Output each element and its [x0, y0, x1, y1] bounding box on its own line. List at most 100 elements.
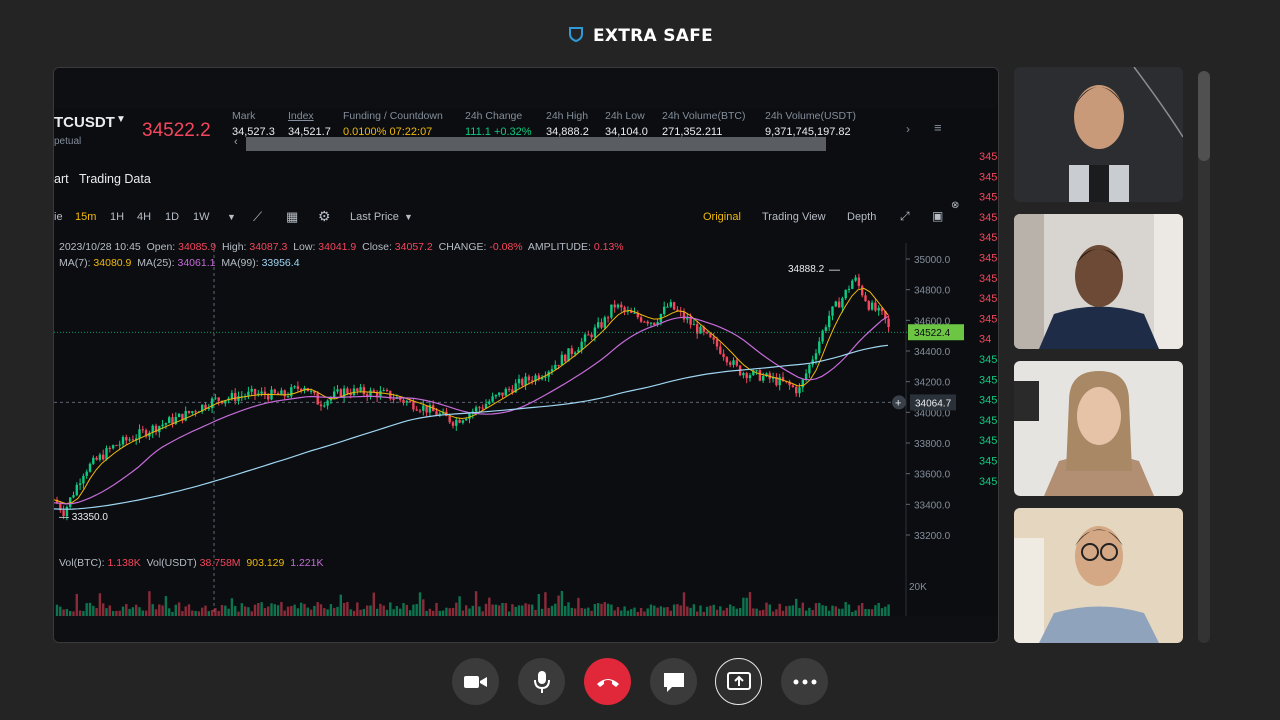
volume-bar [319, 604, 323, 616]
volume-bar [362, 608, 366, 616]
volume-bar [742, 597, 745, 616]
volume-bar [748, 592, 752, 616]
more-button[interactable] [781, 658, 828, 705]
candle-body [715, 339, 719, 347]
candle-body [474, 407, 478, 412]
volume-bar [313, 605, 316, 616]
candle-body [422, 405, 425, 411]
volume-bar [303, 603, 306, 616]
candle-body [692, 324, 696, 326]
candle-body [613, 304, 616, 308]
candle-body [131, 439, 135, 441]
candle-body [851, 280, 854, 289]
volume-bar [494, 604, 498, 616]
candle-body [864, 295, 867, 302]
candle-body [415, 409, 418, 411]
candle-body [488, 401, 491, 404]
participant-scrollbar[interactable] [1198, 71, 1210, 643]
candle-body [639, 317, 643, 322]
share-screen-button[interactable] [715, 658, 762, 705]
candle-body [573, 352, 577, 355]
volume-bar [587, 607, 590, 616]
orderbook-price: 345 [979, 476, 997, 488]
price-axis-label: 35000.0 [914, 255, 951, 266]
volume-bar [752, 608, 755, 616]
candle-body [451, 422, 455, 426]
volume-bar [164, 596, 168, 616]
volume-bar [405, 604, 408, 616]
candle-body [620, 304, 623, 308]
candle-body [844, 289, 847, 299]
participant-tile-2[interactable] [1014, 214, 1183, 349]
candle-body [570, 348, 573, 355]
microphone-button[interactable] [518, 658, 565, 705]
orderbook-price: 345 [979, 435, 997, 447]
candle-body [686, 318, 689, 320]
candle-body [290, 387, 293, 397]
candle-body [234, 392, 237, 401]
candle-body [194, 411, 197, 413]
volume-bar [659, 606, 663, 616]
volume-axis-label: 20K [909, 582, 927, 593]
candle-body [854, 277, 857, 281]
volume-bar [808, 607, 811, 616]
candle-body [583, 334, 587, 342]
candlestick-chart[interactable]: 35000.034800.034600.034400.034200.034000… [54, 68, 999, 643]
candle-body [666, 306, 669, 308]
volume-bar [339, 594, 342, 616]
volume-bar [168, 608, 171, 616]
participant-tile-4[interactable] [1014, 508, 1183, 643]
volume-bar [583, 608, 587, 616]
participant-scroll-thumb[interactable] [1198, 71, 1210, 161]
volume-bar [514, 606, 517, 616]
orderbook-price: 345 [979, 232, 997, 244]
volume-bar [412, 604, 415, 616]
volume-bar [656, 607, 659, 616]
candle-body [82, 475, 85, 484]
candle-body [138, 429, 141, 439]
participant-tile-3[interactable] [1014, 361, 1183, 496]
volume-bar [560, 591, 564, 616]
candle-body [804, 373, 808, 380]
camera-button[interactable] [452, 658, 499, 705]
candle-body [861, 285, 864, 296]
volume-bar [511, 604, 514, 616]
volume-bar [639, 607, 643, 616]
volume-bar [108, 605, 111, 616]
chat-button[interactable] [650, 658, 697, 705]
candle-body [834, 301, 837, 307]
volume-bar [729, 604, 732, 616]
candle-body [590, 334, 593, 338]
volume-bar [85, 603, 88, 616]
volume-bar [544, 592, 547, 616]
volume-bar [676, 604, 679, 616]
candle-body [425, 405, 428, 413]
low-annotation: — 33350.0 [59, 512, 108, 523]
candle-body [742, 373, 745, 376]
volume-bar [887, 604, 890, 616]
participant-tile-1[interactable] [1014, 67, 1183, 202]
end-call-button[interactable] [584, 658, 631, 705]
candle-body [517, 378, 521, 384]
candle-body [141, 429, 144, 431]
candle-body [554, 364, 557, 370]
volume-bar [540, 608, 544, 616]
candle-body [408, 401, 412, 403]
volume-bar [861, 603, 864, 616]
volume-bar [260, 602, 263, 616]
volume-bar [745, 597, 748, 616]
candle-body [128, 439, 131, 441]
candle-body [171, 417, 174, 424]
candle-body [603, 317, 606, 328]
volume-bar [699, 605, 702, 616]
candle-body [405, 401, 408, 403]
volume-bar [392, 609, 395, 616]
candle-body [633, 312, 636, 314]
candle-body [372, 390, 375, 392]
volume-bar [554, 603, 557, 616]
candle-body [105, 448, 108, 460]
volume-bar [263, 608, 267, 616]
candle-body [560, 354, 564, 366]
volume-bar [725, 607, 729, 616]
volume-bar [379, 603, 382, 616]
